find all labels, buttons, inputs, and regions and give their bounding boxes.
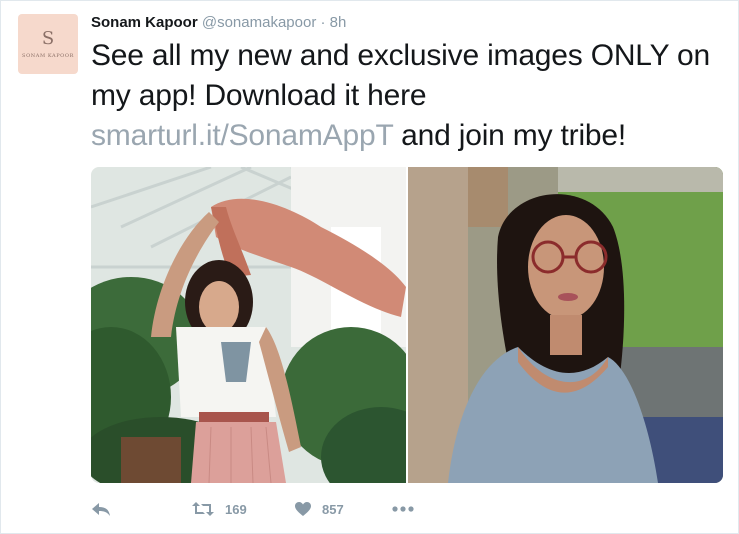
reply-button[interactable]	[91, 497, 111, 521]
retweet-count: 169	[225, 501, 247, 517]
tweet-text-before: See all my new and exclusive images ONLY…	[91, 39, 710, 112]
avatar-brand-text: SONAM KAPOOR	[22, 52, 74, 59]
photo-left[interactable]	[91, 167, 406, 483]
avatar[interactable]: S SONAM KAPOOR	[18, 14, 78, 74]
more-button[interactable]	[391, 497, 415, 521]
header-separator: ·	[320, 14, 326, 31]
author-handle[interactable]: @sonamakapoor	[202, 14, 316, 31]
tweet-text: See all my new and exclusive images ONLY…	[91, 36, 731, 156]
like-count: 857	[322, 501, 344, 517]
tweet-link[interactable]: smarturl.it/SonamAppT	[91, 119, 393, 152]
retweet-button[interactable]: 169	[191, 497, 247, 521]
action-bar: 169 857	[91, 497, 731, 521]
tweet-header: Sonam Kapoor @sonamakapoor · 8h	[91, 14, 346, 31]
tweet-text-after: and join my tribe!	[393, 119, 627, 152]
retweet-icon	[191, 501, 215, 517]
more-icon	[391, 505, 415, 513]
heart-icon	[294, 501, 312, 517]
photo-right[interactable]	[408, 167, 723, 483]
media-grid	[91, 167, 723, 483]
like-button[interactable]: 857	[294, 497, 344, 521]
reply-icon	[91, 501, 111, 517]
avatar-monogram: S	[41, 27, 55, 49]
tweet-timestamp[interactable]: 8h	[330, 14, 347, 31]
tweet-card: S SONAM KAPOOR Sonam Kapoor @sonamakapoo…	[0, 0, 739, 534]
author-name[interactable]: Sonam Kapoor	[91, 14, 198, 31]
